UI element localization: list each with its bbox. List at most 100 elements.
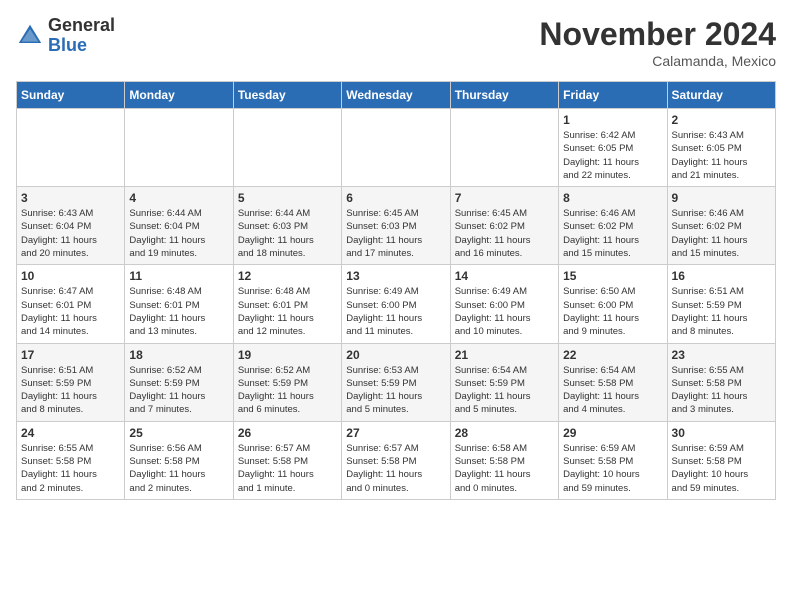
calendar-cell: 26Sunrise: 6:57 AM Sunset: 5:58 PM Dayli… [233, 421, 341, 499]
day-info: Sunrise: 6:50 AM Sunset: 6:00 PM Dayligh… [563, 285, 662, 338]
day-number: 3 [21, 191, 120, 205]
logo: General Blue [16, 16, 115, 56]
calendar-cell: 11 Sunrise: 6:48 AM Sunset: 6:01 PM Dayli… [125, 265, 233, 343]
day-info: Sunrise: 6:48 AM Sunset: 6:01 PM Dayligh… [238, 285, 337, 338]
day-number: 27 [346, 426, 445, 440]
calendar-cell: 8 Sunrise: 6:46 AM Sunset: 6:02 PM Daylig… [559, 187, 667, 265]
calendar-cell: 19 Sunrise: 6:52 AM Sunset: 5:59 PM Dayli… [233, 343, 341, 421]
calendar-cell: 30Sunrise: 6:59 AM Sunset: 5:58 PM Dayli… [667, 421, 775, 499]
day-number: 19 [238, 348, 337, 362]
day-number: 16 [672, 269, 771, 283]
calendar-cell: 15 Sunrise: 6:50 AM Sunset: 6:00 PM Dayli… [559, 265, 667, 343]
calendar-cell: 17 Sunrise: 6:51 AM Sunset: 5:59 PM Dayli… [17, 343, 125, 421]
day-info: Sunrise: 6:59 AM Sunset: 5:58 PM Dayligh… [563, 442, 662, 495]
logo-text: General Blue [48, 16, 115, 56]
day-info: Sunrise: 6:43 AM Sunset: 6:05 PM Dayligh… [672, 129, 771, 182]
day-number: 10 [21, 269, 120, 283]
day-number: 20 [346, 348, 445, 362]
day-info: Sunrise: 6:53 AM Sunset: 5:59 PM Dayligh… [346, 364, 445, 417]
calendar-cell: 27 Sunrise: 6:57 AM Sunset: 5:58 PM Dayli… [342, 421, 450, 499]
day-info: Sunrise: 6:48 AM Sunset: 6:01 PM Dayligh… [129, 285, 228, 338]
calendar-cell: 2 Sunrise: 6:43 AM Sunset: 6:05 PM Daylig… [667, 109, 775, 187]
calendar-cell: 9 Sunrise: 6:46 AM Sunset: 6:02 PM Daylig… [667, 187, 775, 265]
day-info: Sunrise: 6:44 AM Sunset: 6:03 PM Dayligh… [238, 207, 337, 260]
day-info: Sunrise: 6:49 AM Sunset: 6:00 PM Dayligh… [455, 285, 554, 338]
day-info: Sunrise: 6:43 AM Sunset: 6:04 PM Dayligh… [21, 207, 120, 260]
day-number: 25 [129, 426, 228, 440]
day-number: 2 [672, 113, 771, 127]
week-row: 17 Sunrise: 6:51 AM Sunset: 5:59 PM Dayli… [17, 343, 776, 421]
calendar-cell: 18Sunrise: 6:52 AM Sunset: 5:59 PM Dayli… [125, 343, 233, 421]
calendar-cell: 13 Sunrise: 6:49 AM Sunset: 6:00 PM Dayli… [342, 265, 450, 343]
day-info: Sunrise: 6:54 AM Sunset: 5:58 PM Dayligh… [563, 364, 662, 417]
day-info: Sunrise: 6:47 AM Sunset: 6:01 PM Dayligh… [21, 285, 120, 338]
calendar-cell: 20 Sunrise: 6:53 AM Sunset: 5:59 PM Dayli… [342, 343, 450, 421]
week-row: 1Sunrise: 6:42 AM Sunset: 6:05 PM Daylig… [17, 109, 776, 187]
day-info: Sunrise: 6:59 AM Sunset: 5:58 PM Dayligh… [672, 442, 771, 495]
day-number: 9 [672, 191, 771, 205]
page-header: General Blue November 2024 Calamanda, Me… [16, 16, 776, 69]
location: Calamanda, Mexico [539, 53, 776, 69]
calendar-cell: 25 Sunrise: 6:56 AM Sunset: 5:58 PM Dayli… [125, 421, 233, 499]
day-header-friday: Friday [559, 82, 667, 109]
day-number: 15 [563, 269, 662, 283]
day-number: 23 [672, 348, 771, 362]
calendar-cell [125, 109, 233, 187]
calendar-cell: 5 Sunrise: 6:44 AM Sunset: 6:03 PM Daylig… [233, 187, 341, 265]
day-info: Sunrise: 6:58 AM Sunset: 5:58 PM Dayligh… [455, 442, 554, 495]
day-info: Sunrise: 6:49 AM Sunset: 6:00 PM Dayligh… [346, 285, 445, 338]
calendar-cell: 10 Sunrise: 6:47 AM Sunset: 6:01 PM Dayli… [17, 265, 125, 343]
calendar-cell: 21Sunrise: 6:54 AM Sunset: 5:59 PM Dayli… [450, 343, 558, 421]
day-number: 17 [21, 348, 120, 362]
day-info: Sunrise: 6:56 AM Sunset: 5:58 PM Dayligh… [129, 442, 228, 495]
day-info: Sunrise: 6:45 AM Sunset: 6:03 PM Dayligh… [346, 207, 445, 260]
day-info: Sunrise: 6:52 AM Sunset: 5:59 PM Dayligh… [238, 364, 337, 417]
day-header-thursday: Thursday [450, 82, 558, 109]
calendar-cell: 22 Sunrise: 6:54 AM Sunset: 5:58 PM Dayli… [559, 343, 667, 421]
week-row: 3 Sunrise: 6:43 AM Sunset: 6:04 PM Daylig… [17, 187, 776, 265]
calendar-cell: 12 Sunrise: 6:48 AM Sunset: 6:01 PM Dayli… [233, 265, 341, 343]
day-number: 8 [563, 191, 662, 205]
day-number: 12 [238, 269, 337, 283]
day-number: 28 [455, 426, 554, 440]
day-info: Sunrise: 6:55 AM Sunset: 5:58 PM Dayligh… [21, 442, 120, 495]
day-number: 11 [129, 269, 228, 283]
day-header-sunday: Sunday [17, 82, 125, 109]
day-number: 4 [129, 191, 228, 205]
calendar: SundayMondayTuesdayWednesdayThursdayFrid… [16, 81, 776, 500]
calendar-cell: 4Sunrise: 6:44 AM Sunset: 6:04 PM Daylig… [125, 187, 233, 265]
calendar-cell: 24Sunrise: 6:55 AM Sunset: 5:58 PM Dayli… [17, 421, 125, 499]
day-info: Sunrise: 6:57 AM Sunset: 5:58 PM Dayligh… [346, 442, 445, 495]
calendar-cell [342, 109, 450, 187]
day-info: Sunrise: 6:54 AM Sunset: 5:59 PM Dayligh… [455, 364, 554, 417]
calendar-cell [17, 109, 125, 187]
logo-icon [16, 22, 44, 50]
logo-general: General [48, 16, 115, 36]
day-number: 14 [455, 269, 554, 283]
day-number: 7 [455, 191, 554, 205]
header-row: SundayMondayTuesdayWednesdayThursdayFrid… [17, 82, 776, 109]
day-info: Sunrise: 6:46 AM Sunset: 6:02 PM Dayligh… [563, 207, 662, 260]
calendar-cell: 28 Sunrise: 6:58 AM Sunset: 5:58 PM Dayli… [450, 421, 558, 499]
day-header-tuesday: Tuesday [233, 82, 341, 109]
day-number: 6 [346, 191, 445, 205]
day-number: 26 [238, 426, 337, 440]
calendar-cell: 16Sunrise: 6:51 AM Sunset: 5:59 PM Dayli… [667, 265, 775, 343]
day-number: 29 [563, 426, 662, 440]
calendar-cell [450, 109, 558, 187]
day-number: 5 [238, 191, 337, 205]
day-info: Sunrise: 6:46 AM Sunset: 6:02 PM Dayligh… [672, 207, 771, 260]
calendar-cell: 29 Sunrise: 6:59 AM Sunset: 5:58 PM Dayli… [559, 421, 667, 499]
calendar-cell: 23 Sunrise: 6:55 AM Sunset: 5:58 PM Dayli… [667, 343, 775, 421]
day-info: Sunrise: 6:51 AM Sunset: 5:59 PM Dayligh… [21, 364, 120, 417]
calendar-cell: 3 Sunrise: 6:43 AM Sunset: 6:04 PM Daylig… [17, 187, 125, 265]
calendar-body: 1Sunrise: 6:42 AM Sunset: 6:05 PM Daylig… [17, 109, 776, 500]
calendar-cell: 6 Sunrise: 6:45 AM Sunset: 6:03 PM Daylig… [342, 187, 450, 265]
day-info: Sunrise: 6:45 AM Sunset: 6:02 PM Dayligh… [455, 207, 554, 260]
day-number: 22 [563, 348, 662, 362]
day-number: 18 [129, 348, 228, 362]
day-info: Sunrise: 6:55 AM Sunset: 5:58 PM Dayligh… [672, 364, 771, 417]
logo-blue: Blue [48, 36, 115, 56]
day-number: 13 [346, 269, 445, 283]
day-info: Sunrise: 6:42 AM Sunset: 6:05 PM Dayligh… [563, 129, 662, 182]
